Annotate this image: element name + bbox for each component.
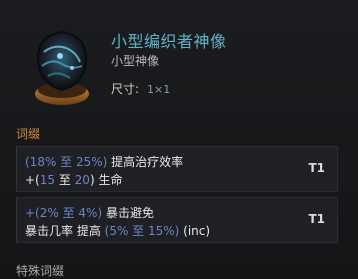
affix-prefix: 暴击几率 提高	[25, 224, 105, 238]
range-to: 至	[55, 173, 75, 187]
size-row: 尺寸: 1×1	[111, 80, 170, 97]
range-to: 至	[62, 206, 75, 220]
range-end: 25%)	[72, 155, 108, 169]
item-subtitle: 小型神像	[111, 54, 160, 68]
item-tooltip: 小型编织者神像 小型神像 尺寸: 1×1 词缀 (18% 至 25%) 提高治疗效…	[0, 0, 358, 278]
range-low: 15	[39, 173, 56, 187]
range-value: (5% 至 15%)	[104, 224, 180, 238]
affix-text: 暴击避免	[102, 206, 154, 220]
idol-icon	[22, 22, 100, 110]
affix-text: 生命	[94, 173, 123, 187]
affix-text: 提高治疗效率	[107, 155, 184, 169]
range-end: 4%)	[74, 206, 103, 220]
range-high: 20	[74, 173, 90, 187]
size-label: 尺寸:	[111, 82, 140, 96]
affix-line: +(15 至 20) 生命	[25, 171, 122, 188]
range-start: +(2%	[25, 206, 63, 220]
size-value: 1×1	[147, 83, 171, 96]
affix-line: +(2% 至 4%) 暴击避免	[25, 204, 154, 221]
range-start: (18%	[25, 155, 61, 169]
range-to: 至	[60, 155, 73, 169]
affix-line: (18% 至 25%) 提高治疗效率	[25, 153, 183, 170]
affix-text: (inc)	[179, 224, 211, 238]
range-prefix: +(	[25, 173, 40, 187]
affix-card: (18% 至 25%) 提高治疗效率 +(15 至 20) 生命 T1	[16, 146, 338, 192]
affix-line: 暴击几率 提高 (5% 至 15%) (inc)	[25, 222, 210, 239]
tier-badge: T1	[308, 212, 325, 226]
affix-card: +(2% 至 4%) 暴击避免 暴击几率 提高 (5% 至 15%) (inc)…	[16, 197, 338, 243]
affix-heading: 词缀	[16, 127, 41, 141]
item-title: 小型编织者神像	[111, 32, 227, 51]
tier-badge: T1	[308, 161, 325, 175]
